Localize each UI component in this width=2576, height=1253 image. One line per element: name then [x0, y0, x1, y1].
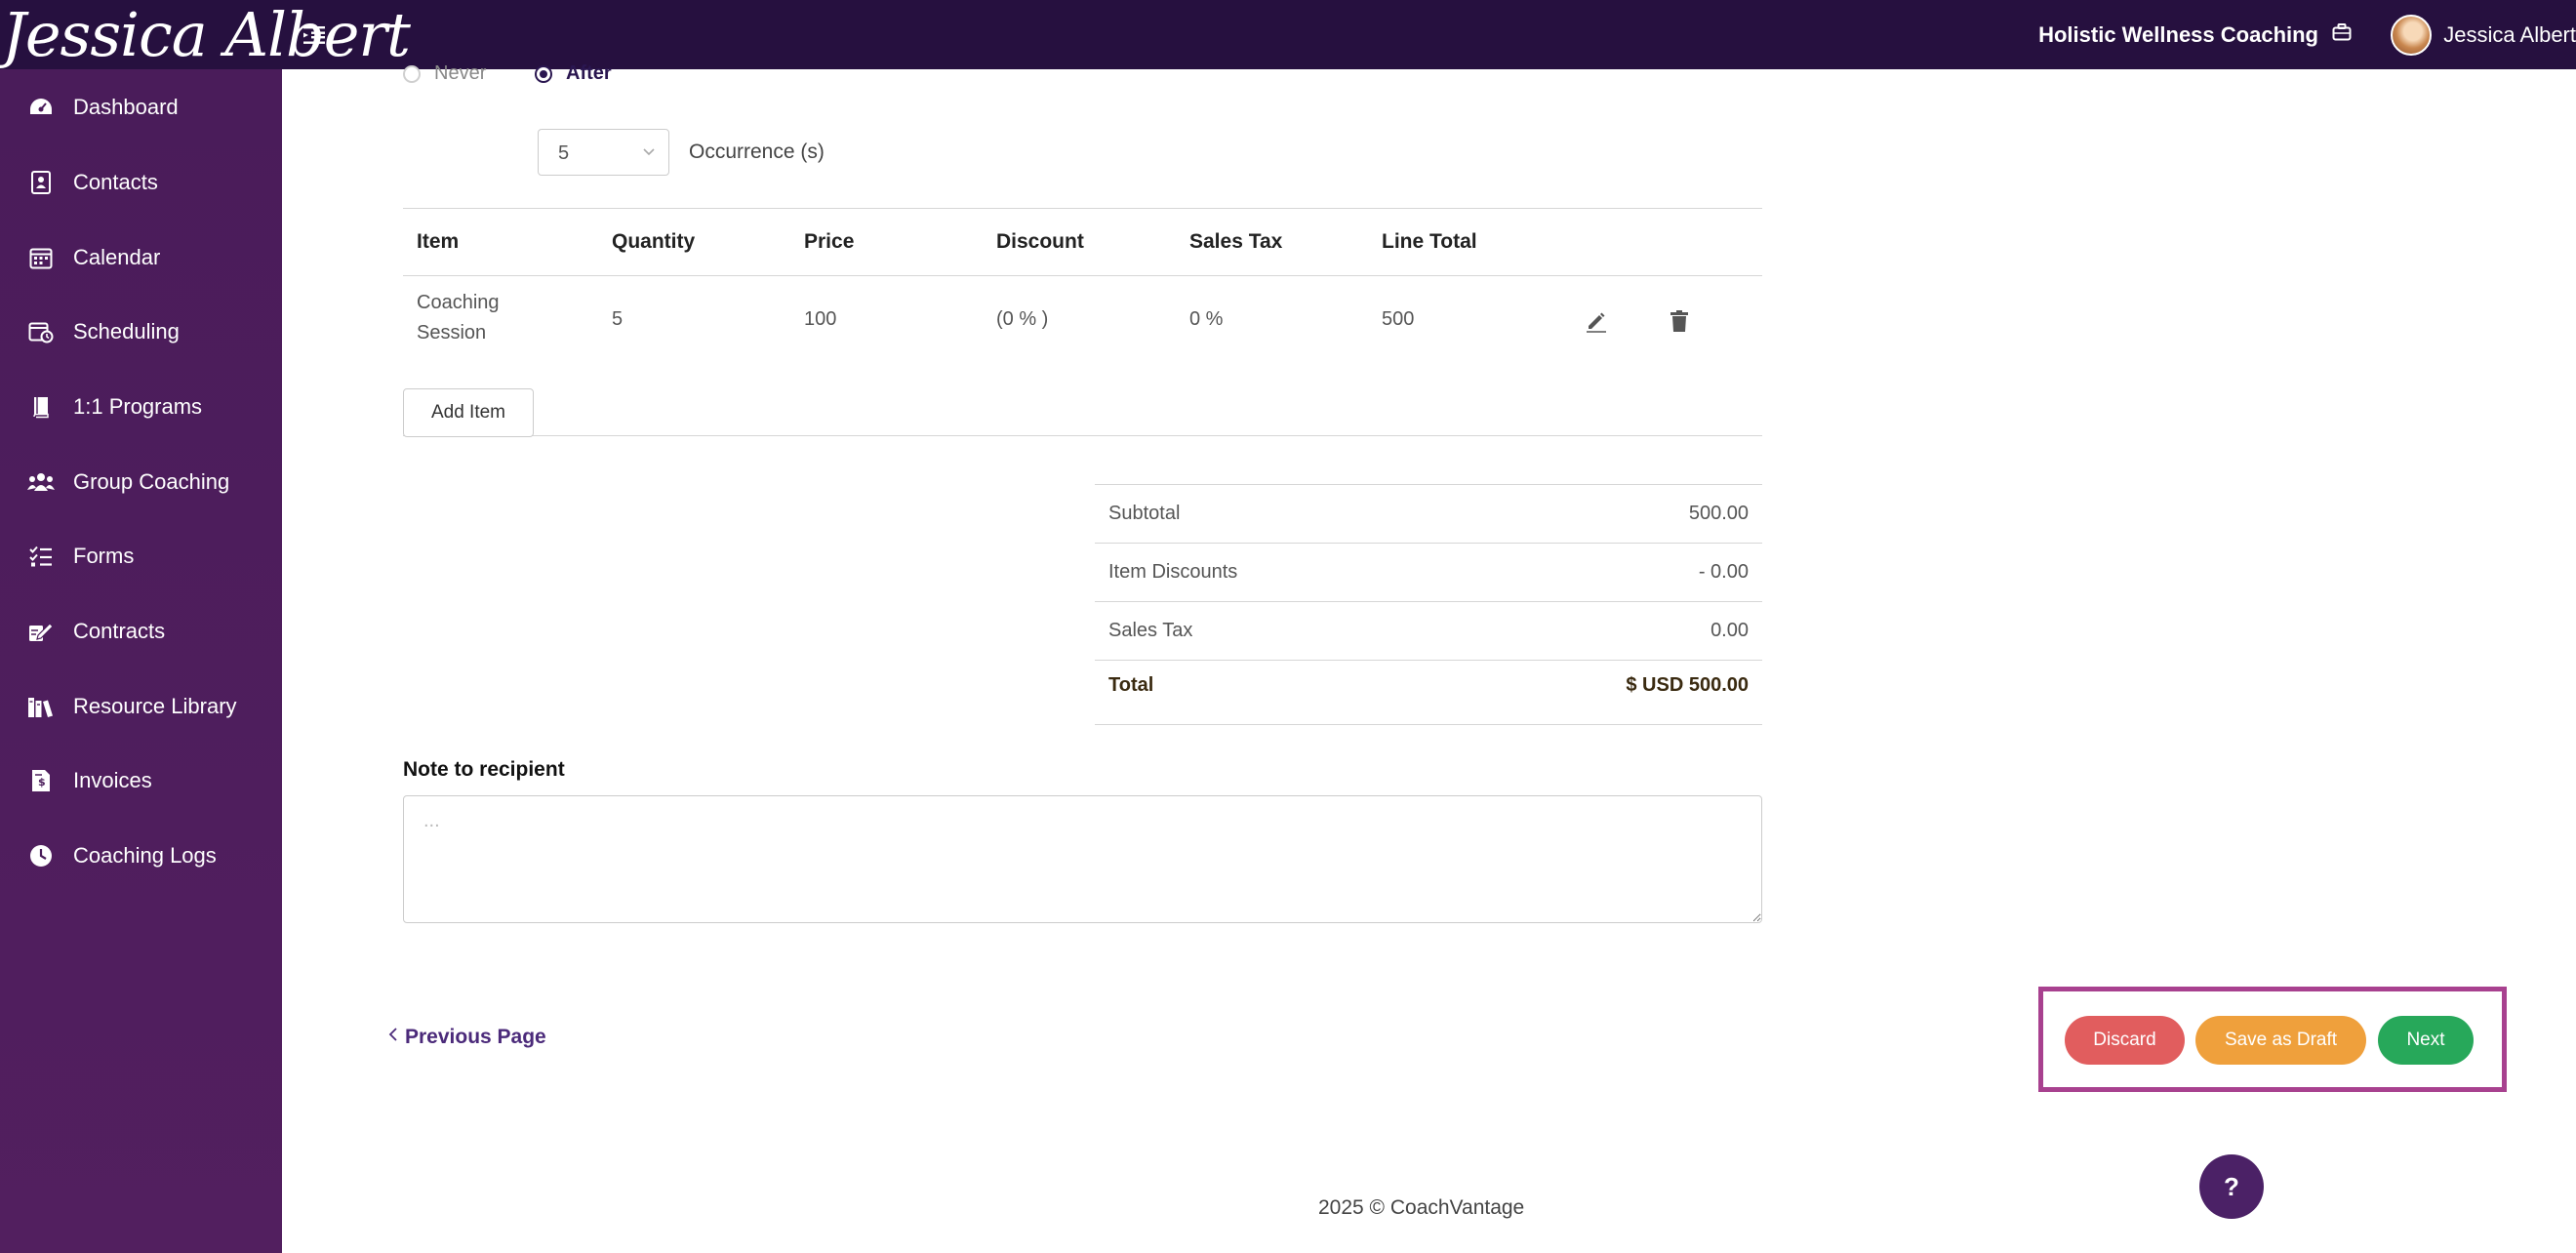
previous-page-label: Previous Page: [405, 1026, 546, 1048]
totals-divider: [1095, 601, 1762, 602]
totals-divider: [1095, 543, 1762, 544]
radio-after-label: After: [566, 62, 612, 84]
sidebar-item-programs[interactable]: 1:1 Programs: [0, 380, 282, 434]
total-value: $ USD 500.00: [1626, 674, 1749, 696]
invoice-icon: $: [27, 767, 55, 794]
sales-tax-label: Sales Tax: [1108, 620, 1193, 641]
sidebar-item-label: 1:1 Programs: [73, 394, 203, 419]
calendar-icon: [27, 244, 55, 271]
sales-tax-value: 0.00: [1711, 620, 1749, 641]
sidebar-item-coaching-logs[interactable]: Coaching Logs: [0, 829, 282, 883]
occurrences-select[interactable]: 5: [538, 129, 669, 176]
sidebar-item-label: Scheduling: [73, 319, 180, 344]
sidebar-item-label: Group Coaching: [73, 469, 230, 494]
cell-line-total: 500: [1382, 308, 1415, 330]
sidebar-item-label: Forms: [73, 544, 135, 568]
column-header-price: Price: [804, 230, 855, 253]
column-header-line-total: Line Total: [1382, 230, 1477, 253]
sidebar: Dashboard Contacts Calendar Scheduling 1…: [0, 69, 282, 1253]
radio-after-indicator: [535, 64, 552, 83]
chevron-left-icon: [387, 1026, 399, 1049]
copyright: 2025 © CoachVantage: [1318, 1196, 1525, 1219]
table-divider: [403, 275, 1762, 276]
sidebar-item-label: Contracts: [73, 619, 166, 643]
user-name: Jessica Albert: [2443, 21, 2576, 47]
next-button[interactable]: Next: [2378, 1016, 2474, 1065]
signature-icon: [27, 618, 55, 645]
totals-divider: [1095, 660, 1762, 661]
occurrences-value: 5: [558, 142, 570, 164]
sidebar-item-invoices[interactable]: $ Invoices: [0, 753, 282, 808]
organization-name: Holistic Wellness Coaching: [2038, 21, 2318, 47]
scheduling-icon: [27, 318, 55, 345]
sidebar-item-calendar[interactable]: Calendar: [0, 230, 282, 285]
organization-switcher[interactable]: Holistic Wellness Coaching: [2038, 0, 2352, 69]
radio-after[interactable]: After: [535, 62, 612, 85]
cell-discount: (0 % ): [996, 308, 1049, 330]
discard-button[interactable]: Discard: [2065, 1016, 2185, 1065]
sidebar-item-contacts[interactable]: Contacts: [0, 155, 282, 210]
table-divider: [403, 435, 1762, 436]
subtotal-label: Subtotal: [1108, 503, 1181, 524]
library-icon: [27, 693, 55, 720]
sidebar-item-resource-library[interactable]: Resource Library: [0, 679, 282, 734]
dashboard-icon: [27, 94, 55, 121]
sidebar-item-label: Contacts: [73, 170, 158, 194]
column-header-discount: Discount: [996, 230, 1084, 253]
invoice-form: Never After 5 Occurrence (s) Item Quanti…: [282, 62, 2576, 1253]
sidebar-item-dashboard[interactable]: Dashboard: [0, 80, 282, 135]
item-discounts-value: - 0.00: [1698, 561, 1749, 583]
totals-divider: [1095, 724, 1762, 725]
column-header-item: Item: [417, 230, 460, 253]
previous-page-link[interactable]: Previous Page: [387, 1026, 546, 1049]
help-button[interactable]: ?: [2199, 1154, 2264, 1219]
clock-icon: [27, 842, 55, 869]
radio-never-indicator: [403, 64, 421, 83]
note-to-recipient-input[interactable]: [403, 795, 1762, 923]
svg-text:$: $: [38, 776, 46, 788]
brand-logo[interactable]: Jessica Albert: [2, 0, 411, 69]
sidebar-item-group-coaching[interactable]: Group Coaching: [0, 455, 282, 509]
item-discounts-label: Item Discounts: [1108, 561, 1238, 583]
cell-sales-tax: 0 %: [1189, 308, 1224, 330]
save-as-draft-button[interactable]: Save as Draft: [2195, 1016, 2366, 1065]
avatar: [2391, 14, 2433, 56]
cell-quantity: 5: [612, 308, 624, 330]
book-icon: [27, 393, 55, 421]
radio-never[interactable]: Never: [403, 62, 486, 85]
trash-icon[interactable]: [1665, 306, 1694, 336]
sidebar-item-label: Coaching Logs: [73, 843, 217, 868]
total-label: Total: [1108, 674, 1154, 696]
note-label: Note to recipient: [403, 758, 565, 781]
sidebar-item-label: Resource Library: [73, 694, 237, 718]
column-header-quantity: Quantity: [612, 230, 696, 253]
sidebar-item-forms[interactable]: Forms: [0, 529, 282, 584]
checklist-icon: [27, 543, 55, 570]
radio-never-label: Never: [434, 62, 487, 84]
group-icon: [27, 468, 55, 496]
column-header-sales-tax: Sales Tax: [1189, 230, 1283, 253]
occurrences-label: Occurrence (s): [689, 141, 825, 163]
sidebar-item-label: Invoices: [73, 768, 152, 792]
sidebar-item-contracts[interactable]: Contracts: [0, 604, 282, 659]
user-menu[interactable]: Jessica Albert: [2391, 0, 2576, 69]
edit-icon[interactable]: [1582, 306, 1611, 336]
cell-price: 100: [804, 308, 837, 330]
briefcase-icon: [2332, 23, 2352, 46]
top-bar: Jessica Albert Holistic Wellness Coachin…: [0, 0, 2576, 69]
sidebar-item-label: Calendar: [73, 245, 161, 269]
contacts-icon: [27, 169, 55, 196]
subtotal-value: 500.00: [1688, 503, 1749, 524]
cell-item: Coaching Session: [417, 292, 500, 344]
totals-divider: [1095, 484, 1762, 485]
chevron-down-icon: [641, 143, 657, 164]
sidebar-item-scheduling[interactable]: Scheduling: [0, 304, 282, 359]
add-item-button[interactable]: Add Item: [403, 388, 534, 437]
sidebar-item-label: Dashboard: [73, 95, 179, 119]
menu-toggle-icon[interactable]: [301, 21, 330, 49]
